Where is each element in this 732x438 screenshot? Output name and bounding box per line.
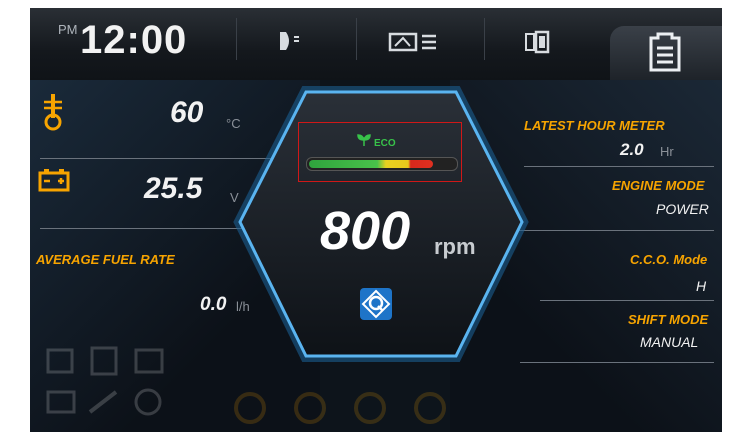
eco-level-fill (309, 160, 433, 168)
eco-level-bar (306, 157, 458, 171)
quick-mode-icon[interactable] (360, 288, 392, 320)
engine-rpm-unit: rpm (434, 234, 476, 259)
engine-rpm-value: 800 (320, 201, 411, 261)
machine-display: PM 12:00 60 °C 25.5 V AVERAGE FUEL RATE … (30, 8, 722, 432)
eco-gauge-highlight (298, 122, 462, 182)
eco-leaf-icon (357, 134, 371, 146)
eco-label: ECO (374, 138, 396, 149)
